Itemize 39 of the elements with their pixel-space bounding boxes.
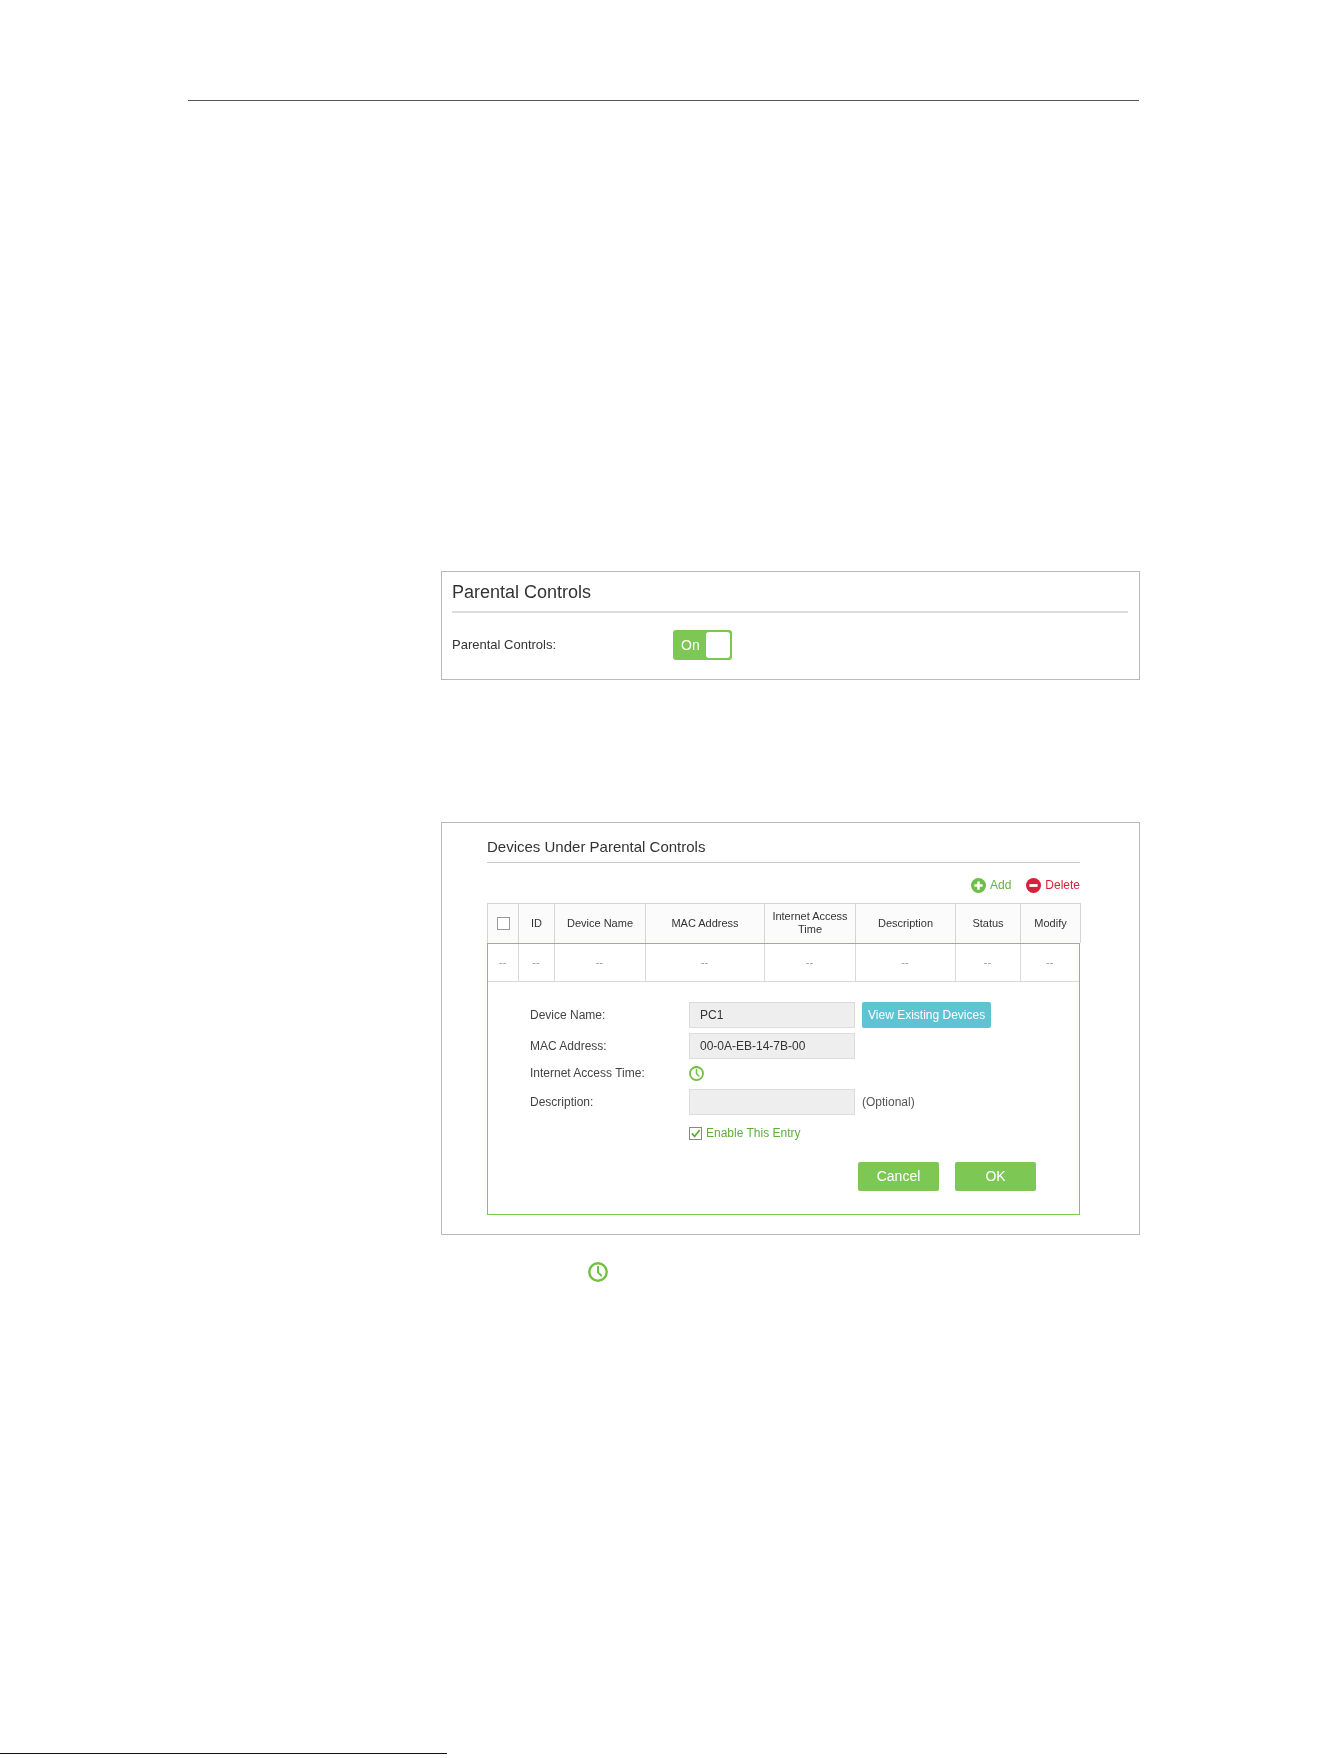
view-devices-button[interactable]: View Existing Devices bbox=[862, 1002, 992, 1028]
table-cell: -- bbox=[488, 943, 518, 982]
column-header: Internet Access Time bbox=[764, 903, 856, 943]
input-field[interactable] bbox=[689, 1089, 855, 1115]
column-header: MAC Address bbox=[645, 903, 765, 943]
checkbox[interactable] bbox=[496, 917, 510, 931]
input-field[interactable]: PC1 bbox=[689, 1002, 855, 1028]
table-cell: -- bbox=[955, 943, 1020, 982]
column-header: Modify bbox=[1020, 903, 1081, 943]
form-button[interactable]: OK bbox=[955, 1162, 1036, 1191]
panel-title: Devices Under Parental Controls bbox=[487, 837, 707, 856]
add-button[interactable]: Add bbox=[970, 877, 1012, 893]
table-cell: -- bbox=[518, 943, 554, 982]
field-label: Internet Access Time: bbox=[530, 1065, 646, 1082]
panel-title: Parental Controls bbox=[452, 581, 593, 603]
column-header: Device Name bbox=[554, 903, 646, 943]
checkbox[interactable] bbox=[689, 1126, 702, 1140]
field-label: Parental Controls: bbox=[452, 636, 558, 655]
table-cell: -- bbox=[1020, 943, 1079, 982]
toggle-switch[interactable]: On bbox=[673, 630, 732, 660]
plus-circle-icon bbox=[970, 877, 986, 893]
field-label: MAC Address: bbox=[530, 1038, 608, 1055]
clock-icon[interactable] bbox=[689, 1065, 704, 1081]
table-cell: -- bbox=[764, 943, 855, 982]
clock-icon bbox=[588, 1262, 608, 1282]
table-cell: -- bbox=[554, 943, 645, 982]
delete-button[interactable]: Delete bbox=[1026, 877, 1080, 893]
column-header: Description bbox=[855, 903, 956, 943]
table-cell: -- bbox=[855, 943, 955, 982]
column-header: Status bbox=[955, 903, 1021, 943]
input-field[interactable]: 00-0A-EB-14-7B-00 bbox=[689, 1033, 855, 1059]
field-label: Description: bbox=[530, 1094, 595, 1111]
column-header: ID bbox=[518, 903, 555, 943]
minus-circle-icon bbox=[1026, 877, 1042, 893]
form-button[interactable]: Cancel bbox=[858, 1162, 939, 1191]
field-label: Device Name: bbox=[530, 1007, 607, 1024]
table-cell: -- bbox=[645, 943, 764, 982]
checkbox-label: Enable This Entry bbox=[706, 1125, 801, 1142]
hint-text: (Optional) bbox=[862, 1094, 915, 1111]
